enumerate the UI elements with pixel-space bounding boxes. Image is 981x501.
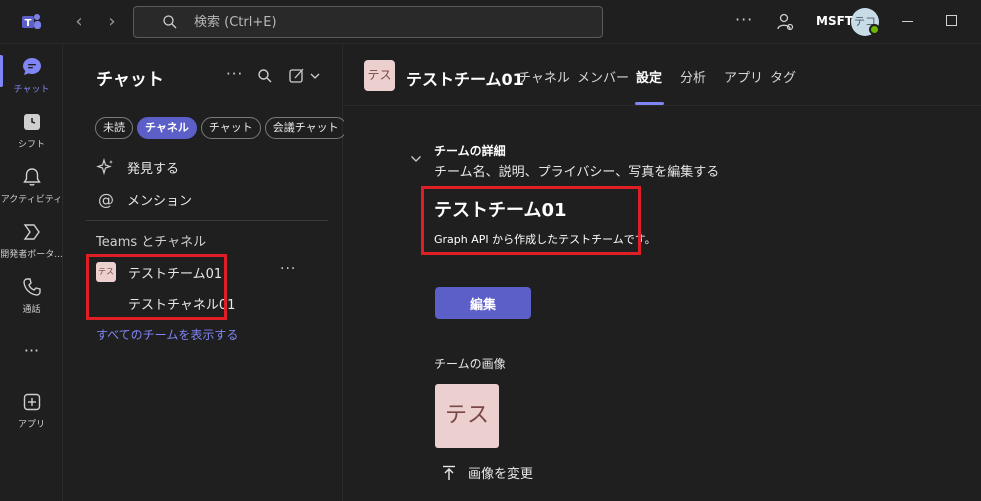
- chip-meeting-chats[interactable]: 会議チャット: [264, 117, 347, 139]
- rail-item-more[interactable]: ···: [0, 341, 63, 360]
- change-image-button[interactable]: 画像を変更: [442, 463, 533, 482]
- chip-channels[interactable]: チャネル: [137, 117, 197, 139]
- mentions-label: メンション: [127, 193, 193, 209]
- rail-label: 通話: [22, 305, 41, 315]
- list-item-mentions[interactable]: @ メンション: [96, 187, 192, 211]
- search-input[interactable]: [194, 12, 574, 32]
- more-icon: ···: [23, 341, 40, 360]
- search-icon: [163, 15, 177, 29]
- rail-item-shifts[interactable]: シフト: [0, 111, 63, 150]
- team-title: テストチーム01: [406, 70, 524, 89]
- upload-icon: [443, 465, 455, 480]
- rail-item-calls[interactable]: 通話: [0, 276, 63, 315]
- rail-label: アプリ: [17, 420, 45, 430]
- chevron-down-icon[interactable]: [410, 153, 422, 165]
- tab-channels[interactable]: チャネル: [518, 67, 570, 86]
- people-icon[interactable]: [775, 12, 795, 32]
- highlight-box-details: [421, 186, 641, 255]
- chip-unread[interactable]: 未読: [95, 117, 133, 139]
- section-header-teams: Teams とチャネル: [96, 235, 207, 250]
- more-options-button[interactable]: ···: [735, 10, 755, 29]
- apps-icon: [23, 393, 40, 411]
- tab-tags[interactable]: タグ: [770, 67, 796, 86]
- bell-icon: [22, 168, 41, 186]
- new-chat-icon[interactable]: [289, 68, 323, 84]
- org-name[interactable]: MSFT: [816, 14, 853, 28]
- team-header: テス テストチーム01 チャネル メンバー 設定 分析 アプリ タグ: [344, 45, 981, 106]
- search-icon[interactable]: [257, 68, 273, 84]
- tab-apps[interactable]: アプリ: [724, 67, 763, 86]
- discover-label: 発見する: [127, 161, 180, 177]
- rail-label: チャット: [13, 85, 50, 95]
- highlight-box-team: [86, 254, 227, 320]
- show-all-teams-link[interactable]: すべてのチームを表示する: [96, 326, 238, 343]
- main-content: テス テストチーム01 チャネル メンバー 設定 分析 アプリ タグ チームの詳…: [344, 45, 981, 501]
- title-bar: T ‹ › ··· MSFT テコ: [0, 0, 981, 44]
- filter-chips: 未読 チャネル チャット 会議チャット: [95, 117, 347, 139]
- search-box[interactable]: [133, 6, 603, 38]
- maximize-icon[interactable]: [946, 15, 957, 26]
- tab-members[interactable]: メンバー: [577, 67, 629, 86]
- rail-label: シフト: [17, 140, 45, 150]
- rail-label: アクティビティ: [0, 195, 63, 205]
- details-section-title: チームの詳細: [434, 144, 506, 158]
- sparkle-icon: [96, 158, 113, 176]
- shifts-icon: [23, 114, 40, 130]
- rail-item-apps[interactable]: アプリ: [0, 391, 63, 430]
- team-avatar: テス: [364, 60, 395, 91]
- developer-portal-icon: [23, 224, 40, 240]
- back-arrow-icon[interactable]: ‹: [69, 12, 89, 32]
- phone-icon: [22, 278, 41, 296]
- team-image-label: チームの画像: [434, 357, 506, 371]
- list-item-discover[interactable]: 発見する: [96, 155, 179, 179]
- chat-icon: [22, 58, 41, 75]
- chip-chats[interactable]: チャット: [200, 117, 261, 139]
- tab-analytics[interactable]: 分析: [680, 67, 706, 86]
- active-tab-indicator: [635, 102, 664, 105]
- pane-more-button[interactable]: ···: [226, 65, 243, 83]
- presence-available-icon: [869, 24, 880, 35]
- rail-item-developer-portal[interactable]: 開発者ポータ...: [0, 221, 63, 260]
- minimize-icon[interactable]: [902, 21, 913, 22]
- forward-arrow-icon[interactable]: ›: [102, 12, 122, 32]
- divider: [86, 220, 328, 221]
- svg-text:T: T: [25, 18, 32, 29]
- team-more-button[interactable]: ···: [280, 261, 296, 277]
- details-section-subtitle: チーム名、説明、プライバシー、写真を編集する: [434, 165, 720, 180]
- app-rail: チャット シフト アクティビティ 開発者ポータ... 通話 ··· アプリ: [0, 45, 63, 501]
- tab-settings[interactable]: 設定: [636, 67, 662, 86]
- team-image: テス: [435, 384, 499, 448]
- chat-list-pane: チャット ··· 未読 チャネル チャット 会議チャット 発見する @ メンショ…: [64, 45, 347, 501]
- rail-label: 開発者ポータ...: [0, 250, 63, 260]
- at-sign-icon: @: [98, 189, 114, 209]
- change-image-label: 画像を変更: [468, 467, 534, 482]
- rail-item-chat[interactable]: チャット: [0, 56, 63, 95]
- edit-button[interactable]: 編集: [435, 287, 531, 319]
- pane-title: チャット: [96, 70, 164, 90]
- teams-logo-icon: T: [22, 14, 41, 29]
- rail-item-activity[interactable]: アクティビティ: [0, 166, 63, 205]
